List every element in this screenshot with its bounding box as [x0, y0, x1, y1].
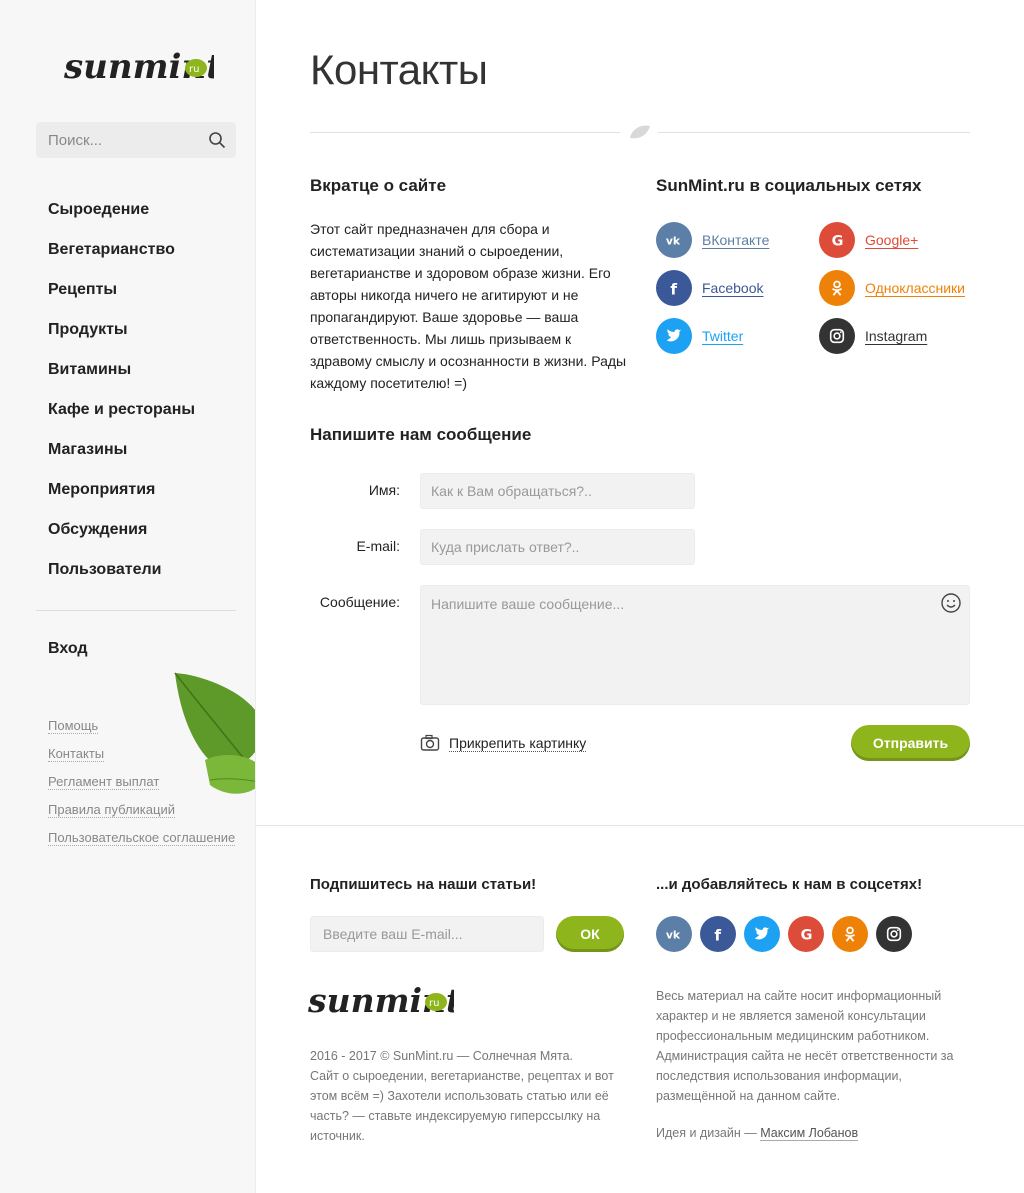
footer-logo[interactable]: sunmint ru: [307, 974, 461, 1026]
search-box: [36, 122, 236, 158]
search-input[interactable]: [36, 122, 236, 158]
nav-item-events[interactable]: Мероприятия: [48, 480, 195, 520]
credits-prefix: Идея и дизайн —: [656, 1126, 761, 1140]
instagram-icon: [819, 318, 855, 354]
twitter-icon: [656, 318, 692, 354]
link-help[interactable]: Помощь: [48, 718, 99, 734]
social-label-instagram: Instagram: [865, 328, 928, 344]
message-textarea[interactable]: [420, 585, 970, 705]
main-nav: Сыроедение Вегетарианство Рецепты Продук…: [48, 200, 195, 600]
footer-social-heading: ...и добавляйтесь к нам в соцсетях!: [656, 876, 923, 893]
nav-item-products[interactable]: Продукты: [48, 320, 195, 360]
footer: Подпишитесь на наши статьи! ОК sunmint r…: [256, 825, 1024, 1193]
name-label: Имя:: [368, 482, 400, 498]
social-link-twitter[interactable]: Twitter: [656, 318, 743, 354]
subscribe-ok-button[interactable]: ОК: [556, 916, 624, 952]
attach-image-link[interactable]: Прикрепить картинку: [420, 734, 587, 752]
nav-item-shops[interactable]: Магазины: [48, 440, 195, 480]
social-label-google-plus: Google+: [865, 232, 919, 248]
nav-item-discussions[interactable]: Обсуждения: [48, 520, 195, 560]
nav-item-cafes[interactable]: Кафе и рестораны: [48, 400, 195, 440]
vk-icon: vk: [656, 222, 692, 258]
title-divider: [310, 124, 970, 140]
social-label-odnoklassniki: Одноклассники: [865, 280, 966, 296]
sidebar: sunmint ru Сыроедение Вегетарианство Рец…: [0, 0, 256, 1193]
nav-item-vegetarianism[interactable]: Вегетарианство: [48, 240, 195, 280]
link-user-agreement[interactable]: Пользовательское соглашение: [48, 830, 236, 846]
social-link-vk[interactable]: vk ВКонтакте: [656, 222, 769, 258]
main-content: Контакты Вкратце о сайте Этот сайт предн…: [256, 0, 1024, 825]
svg-text:vk: vk: [666, 929, 681, 942]
subscribe-email-input[interactable]: [310, 916, 544, 952]
google-plus-icon[interactable]: G: [788, 916, 824, 952]
about-text: Этот сайт предназначен для сбора и систе…: [310, 221, 627, 391]
footer-credits: Идея и дизайн — Максим Лобанов: [656, 1126, 859, 1141]
svg-text:vk: vk: [666, 235, 681, 248]
facebook-icon: f: [656, 270, 692, 306]
social-link-google-plus[interactable]: G Google+: [819, 222, 918, 258]
nav-item-raw-food[interactable]: Сыроедение: [48, 200, 195, 240]
odnoklassniki-icon[interactable]: [832, 916, 868, 952]
leaf-icon: [630, 125, 650, 139]
link-payout-rules[interactable]: Регламент выплат: [48, 774, 160, 790]
nav-item-users[interactable]: Пользователи: [48, 560, 195, 600]
sidebar-footer-links: Помощь Контакты Регламент выплат Правила…: [48, 718, 236, 858]
page-title: Контакты: [310, 46, 488, 93]
nav-item-vitamins[interactable]: Витамины: [48, 360, 195, 400]
attach-image-label: Прикрепить картинку: [449, 734, 587, 752]
social-heading: SunMint.ru в социальных сетях: [656, 176, 922, 195]
message-label: Сообщение:: [319, 594, 400, 610]
link-publication-rules[interactable]: Правила публикаций: [48, 802, 175, 818]
nav-item-recipes[interactable]: Рецепты: [48, 280, 195, 320]
twitter-icon[interactable]: [744, 916, 780, 952]
login-link[interactable]: Вход: [48, 640, 88, 658]
svg-text:G: G: [801, 927, 813, 943]
svg-text:G: G: [832, 233, 844, 249]
emoji-icon[interactable]: [940, 592, 962, 614]
subscribe-heading: Подпишитесь на наши статьи!: [310, 876, 537, 893]
footer-social-icons: vk f G: [656, 916, 912, 952]
social-label-vk: ВКонтакте: [702, 232, 770, 248]
vk-icon[interactable]: vk: [656, 916, 692, 952]
credits-author-link[interactable]: Максим Лобанов: [760, 1126, 859, 1141]
email-label: E-mail:: [356, 538, 400, 554]
search-icon[interactable]: [208, 131, 226, 149]
footer-about-text: 2016 - 2017 © SunMint.ru — Солнечная Мят…: [310, 1049, 614, 1143]
site-logo[interactable]: sunmint ru: [63, 40, 222, 92]
name-input[interactable]: [420, 473, 695, 509]
social-label-facebook: Facebook: [702, 280, 764, 296]
odnoklassniki-icon: [819, 270, 855, 306]
footer-logo-badge: ru: [429, 998, 439, 1009]
social-link-odnoklassniki[interactable]: Одноклассники: [819, 270, 965, 306]
svg-text:f: f: [714, 926, 721, 943]
logo-badge: ru: [189, 64, 199, 75]
social-label-twitter: Twitter: [702, 328, 744, 344]
footer-disclaimer: Весь материал на сайте носит информацион…: [656, 989, 954, 1103]
svg-text:f: f: [670, 280, 677, 297]
google-plus-icon: G: [819, 222, 855, 258]
instagram-icon[interactable]: [876, 916, 912, 952]
link-contacts[interactable]: Контакты: [48, 746, 105, 762]
contact-form-heading: Напишите нам сообщение: [310, 425, 532, 444]
sidebar-divider: [36, 610, 236, 611]
camera-icon: [420, 734, 440, 751]
email-input[interactable]: [420, 529, 695, 565]
send-button[interactable]: Отправить: [851, 725, 970, 761]
about-heading: Вкратце о сайте: [310, 176, 447, 195]
social-link-facebook[interactable]: f Facebook: [656, 270, 763, 306]
facebook-icon[interactable]: f: [700, 916, 736, 952]
social-link-instagram[interactable]: Instagram: [819, 318, 927, 354]
